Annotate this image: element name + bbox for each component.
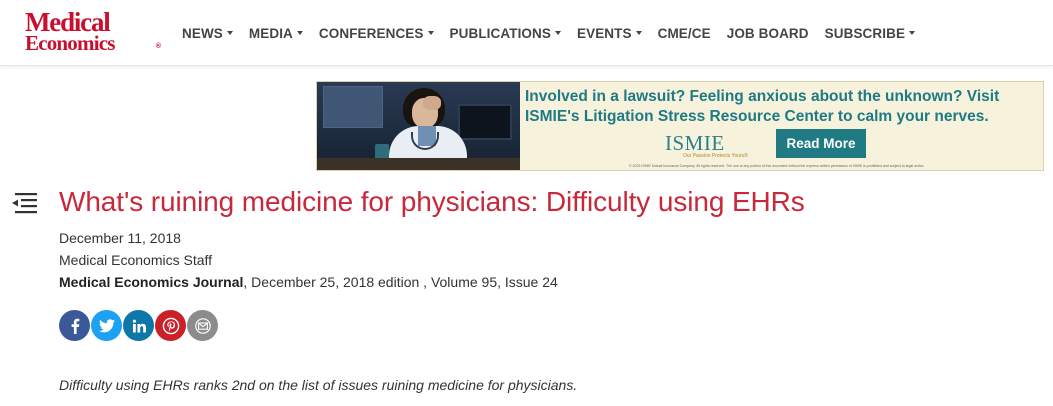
nav-item-media[interactable]: MEDIA <box>249 26 303 41</box>
nav-item-label: PUBLICATIONS <box>449 25 551 41</box>
caret-down-icon <box>554 31 561 35</box>
ad-photo-stressed-physician <box>317 82 520 170</box>
nav-item-subscribe[interactable]: SUBSCRIBE <box>824 25 916 41</box>
ad-headline-line-1: Involved in a lawsuit? Feeling anxious a… <box>525 88 1000 105</box>
article-lede: Difficulty using EHRs ranks 2nd on the l… <box>59 377 578 393</box>
ad-brand-tagline: Our Passion Protects Yours® <box>683 153 748 159</box>
article-title: What's ruining medicine for physicians: … <box>59 186 805 217</box>
nav-item-label: MEDIA <box>248 25 293 41</box>
nav-item-label: SUBSCRIBE <box>824 25 906 41</box>
caret-down-icon <box>427 31 434 35</box>
ad-read-more-button[interactable]: Read More <box>776 129 866 158</box>
sidebar-toggle-icon[interactable] <box>11 192 38 214</box>
caret-down-icon <box>909 31 916 35</box>
journal-name-link[interactable]: Medical Economics Journal <box>59 274 243 290</box>
nav-item-label: EVENTS <box>576 25 632 41</box>
share-facebook-button[interactable] <box>59 310 90 341</box>
caret-down-icon <box>635 31 642 35</box>
caret-down-icon <box>296 31 303 35</box>
ad-banner[interactable]: Involved in a lawsuit? Feeling anxious a… <box>316 81 1044 171</box>
nav-item-events[interactable]: EVENTS <box>577 26 642 41</box>
nav-item-conferences[interactable]: CONFERENCES <box>319 26 434 41</box>
linkedin-icon <box>132 319 146 332</box>
facebook-icon <box>71 318 79 334</box>
nav-item-job-board[interactable]: JOB BOARD <box>727 26 809 41</box>
journal-edition-details: , December 25, 2018 edition , Volume 95,… <box>243 274 558 290</box>
envelope-icon <box>194 317 211 334</box>
share-buttons <box>59 310 219 341</box>
nav-item-label: NEWS <box>182 25 223 41</box>
ad-fine-print: © 2023 ISMIE Mutual Insurance Company. A… <box>629 164 925 168</box>
nav-item-label: CONFERENCES <box>318 25 424 41</box>
nav-item-publications[interactable]: PUBLICATIONS <box>450 26 561 41</box>
site-header: Medical Economics ® NEWS MEDIA CONFERENC… <box>0 0 1053 66</box>
pinterest-icon <box>162 317 179 334</box>
ad-headline-line-2: ISMIE's Litigation Stress Resource Cente… <box>525 108 989 125</box>
share-linkedin-button[interactable] <box>123 310 154 341</box>
share-email-button[interactable] <box>187 310 218 341</box>
nav-item-label: JOB BOARD <box>726 25 809 41</box>
nav-item-cme-ce[interactable]: CME/CE <box>658 26 711 41</box>
article-journal-info: Medical Economics Journal, December 25, … <box>59 274 558 290</box>
main-nav: NEWS MEDIA CONFERENCES PUBLICATIONS EVEN… <box>182 24 931 42</box>
caret-down-icon <box>226 31 233 35</box>
twitter-icon <box>98 318 115 332</box>
nav-item-label: CME/CE <box>657 25 711 41</box>
share-pinterest-button[interactable] <box>155 310 186 341</box>
article-date: December 11, 2018 <box>59 230 181 246</box>
logo-line-2: Economics <box>25 30 115 55</box>
logo-registered-mark: ® <box>155 42 161 50</box>
share-twitter-button[interactable] <box>91 310 122 341</box>
site-logo[interactable]: Medical Economics ® <box>25 9 161 55</box>
article-author[interactable]: Medical Economics Staff <box>59 252 212 268</box>
ad-headline: Involved in a lawsuit? Feeling anxious a… <box>525 87 1041 127</box>
nav-item-news[interactable]: NEWS <box>182 26 233 41</box>
